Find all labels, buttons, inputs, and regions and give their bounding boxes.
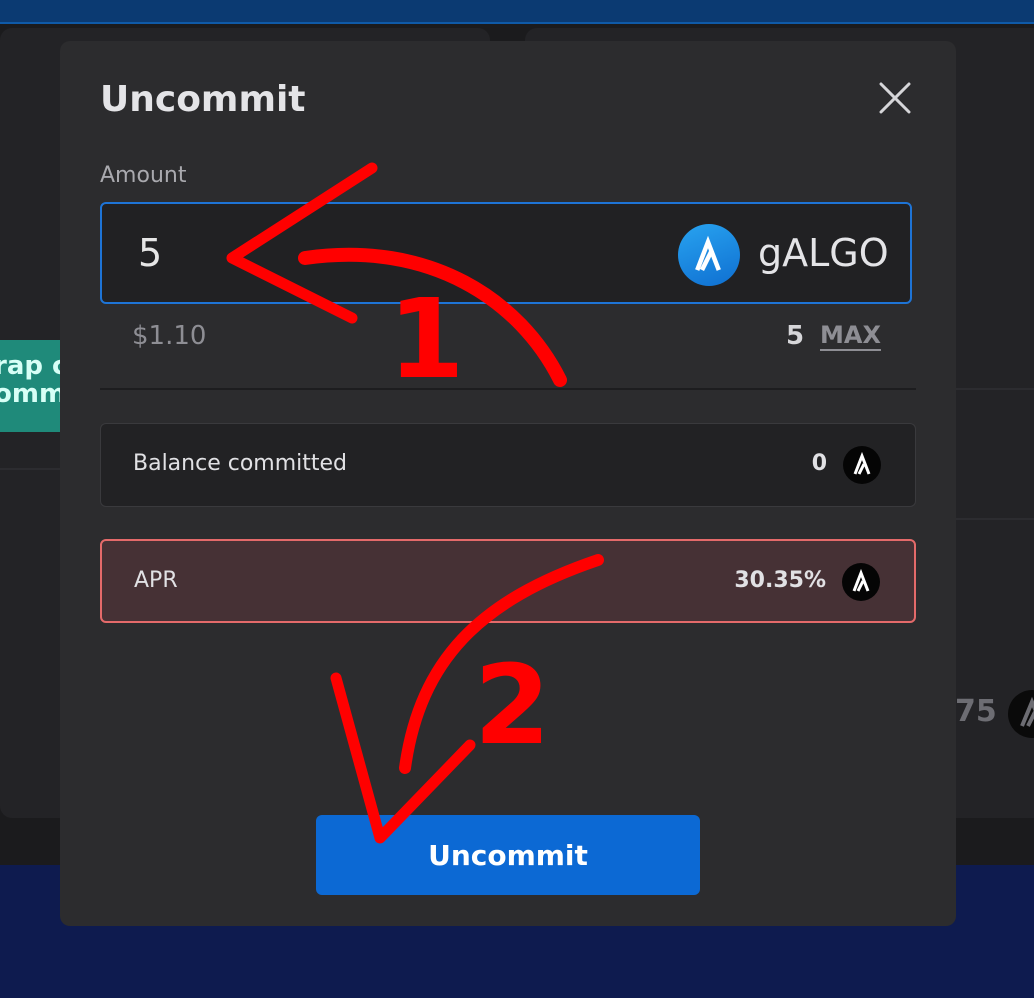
background-algo-icon [1008,690,1034,738]
algo-icon [843,446,881,484]
balance-committed-label: Balance committed [133,451,348,476]
available-balance: 5 [786,321,805,351]
galgo-token-icon [678,224,740,286]
annotation-step-1: 1 [388,275,465,403]
background-tag-line: omm [0,379,62,409]
page-top-bar [0,0,1034,22]
max-button[interactable]: MAX [820,321,881,349]
background-divider [956,388,1034,390]
balance-committed-value: 0 [811,451,827,476]
token-name: gALGO [758,231,889,275]
amount-label: Amount [100,163,187,188]
uncommit-button[interactable]: Uncommit [316,815,700,895]
algo-icon [842,563,880,601]
close-icon[interactable] [878,81,912,115]
uncommit-modal: Uncommit Amount gALGO $1.10 5 MAX Balanc… [60,41,956,926]
background-tag-line: rap c [0,351,62,381]
page-top-line [0,22,1034,24]
apr-value: 30.35% [734,568,826,593]
balance-committed-row: Balance committed 0 [100,423,916,507]
apr-label: APR [134,568,178,593]
usd-value: $1.10 [132,321,207,351]
apr-row: APR 30.35% [100,539,916,623]
annotation-step-2: 2 [474,641,551,769]
amount-input[interactable] [136,230,440,276]
amount-field[interactable]: gALGO [100,202,912,304]
divider [100,388,916,390]
modal-title: Uncommit [100,79,306,120]
background-swap-commit-tag[interactable]: rap c omm [0,340,62,432]
background-partial-value: 75 [955,694,997,729]
background-divider [956,518,1034,520]
